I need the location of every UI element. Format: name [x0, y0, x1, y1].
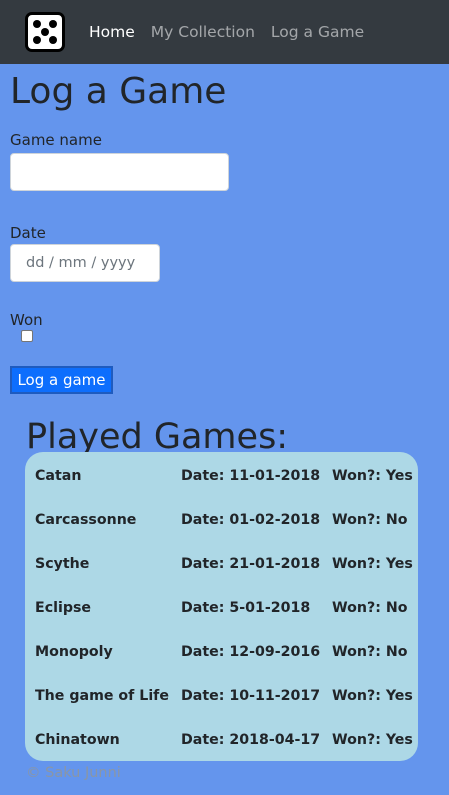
played-games-list: Catan Date: 11-01-2018 Won?: Yes Carcass…: [25, 452, 418, 761]
list-item: Chinatown Date: 2018-04-17 Won?: Yes: [25, 732, 418, 754]
list-item: Carcassonne Date: 01-02-2018 Won?: No: [25, 512, 418, 534]
game-won: Won?: No: [332, 600, 408, 616]
footer-copyright: © Saku Junni: [26, 765, 121, 781]
list-item: Scythe Date: 21-01-2018 Won?: Yes: [25, 556, 418, 578]
game-date: Date: 2018-04-17: [181, 732, 321, 748]
game-date: Date: 21-01-2018: [181, 556, 321, 572]
date-input[interactable]: dd / mm / yyyy: [10, 244, 160, 282]
list-item: The game of Life Date: 10-11-2017 Won?: …: [25, 688, 418, 710]
game-won: Won?: No: [332, 512, 408, 528]
nav-link-home[interactable]: Home: [89, 23, 135, 41]
game-name: Scythe: [35, 556, 90, 572]
won-checkbox[interactable]: [21, 330, 33, 342]
game-name-label: Game name: [10, 131, 102, 149]
log-game-button[interactable]: Log a game: [10, 366, 113, 394]
game-name: Chinatown: [35, 732, 120, 748]
game-won: Won?: Yes: [332, 556, 413, 572]
nav-link-log-a-game[interactable]: Log a Game: [271, 23, 364, 41]
game-date: Date: 12-09-2016: [181, 644, 321, 660]
page-title: Log a Game: [10, 71, 227, 112]
game-date: Date: 01-02-2018: [181, 512, 321, 528]
game-date: Date: 5-01-2018: [181, 600, 311, 616]
game-won: Won?: No: [332, 644, 408, 660]
game-name: Catan: [35, 468, 82, 484]
nav-link-my-collection[interactable]: My Collection: [151, 23, 255, 41]
list-item: Monopoly Date: 12-09-2016 Won?: No: [25, 644, 418, 666]
game-date: Date: 11-01-2018: [181, 468, 321, 484]
main-content: Log a Game Game name Date dd / mm / yyyy…: [0, 70, 449, 458]
list-item: Eclipse Date: 5-01-2018 Won?: No: [25, 600, 418, 622]
game-name: Carcassonne: [35, 512, 137, 528]
game-name: Monopoly: [35, 644, 113, 660]
navbar: Home My Collection Log a Game: [0, 0, 449, 64]
list-item: Catan Date: 11-01-2018 Won?: Yes: [25, 468, 418, 490]
game-name-input[interactable]: [10, 153, 229, 191]
game-name: The game of Life: [35, 688, 169, 704]
game-won: Won?: Yes: [332, 688, 413, 704]
dice-five-icon[interactable]: [25, 12, 65, 52]
game-name: Eclipse: [35, 600, 92, 616]
game-date: Date: 10-11-2017: [181, 688, 321, 704]
game-won: Won?: Yes: [332, 732, 413, 748]
date-label: Date: [10, 224, 46, 242]
date-placeholder: dd / mm / yyyy: [26, 255, 136, 271]
game-won: Won?: Yes: [332, 468, 413, 484]
won-label: Won: [10, 311, 43, 329]
